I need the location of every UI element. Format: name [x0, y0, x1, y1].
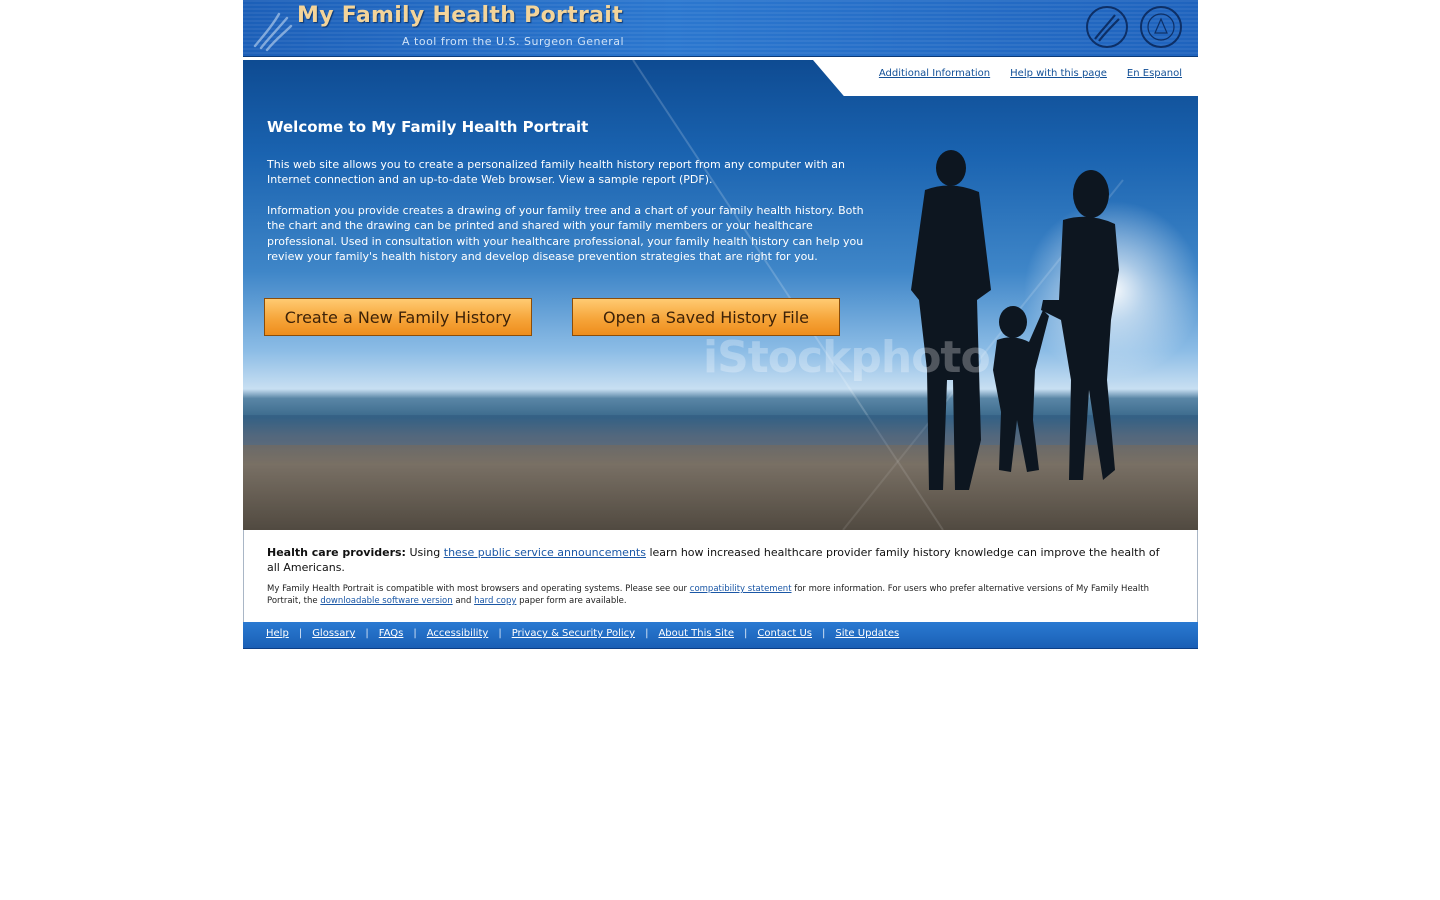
help-with-page-link[interactable]: Help with this page	[1010, 68, 1107, 79]
public-service-announcements-link[interactable]: these public service announcements	[444, 546, 646, 559]
site-title: My Family Health Portrait	[297, 3, 623, 28]
footer-separator: |	[744, 628, 748, 639]
footer-separator: |	[822, 628, 826, 639]
compatibility-statement-link[interactable]: compatibility statement	[690, 584, 792, 594]
page-container: My Family Health Portrait A tool from th…	[243, 0, 1198, 649]
footer-separator: |	[365, 628, 369, 639]
footer-separator: |	[298, 628, 303, 639]
footer-privacy-link[interactable]: Privacy & Security Policy	[512, 628, 635, 639]
site-banner: My Family Health Portrait A tool from th…	[243, 0, 1198, 58]
welcome-heading: Welcome to My Family Health Portrait	[267, 118, 589, 136]
footer-contact-link[interactable]: Contact Us	[757, 628, 812, 639]
hero-section: iStockphoto Additional Information Help …	[243, 60, 1198, 530]
hhs-seal-icon	[1086, 6, 1128, 48]
en-espanol-link[interactable]: En Espanol	[1127, 68, 1182, 79]
footer-separator: |	[645, 628, 649, 639]
providers-label: Health care providers:	[267, 546, 406, 559]
footer-faqs-link[interactable]: FAQs	[379, 628, 404, 639]
info-paragraph: Information you provide creates a drawin…	[267, 204, 864, 264]
compat-and-text: and	[455, 596, 472, 606]
surgeon-general-seal-icon	[1140, 6, 1182, 48]
info-section: Health care providers: Using these publi…	[243, 530, 1198, 622]
compat-pre-text: My Family Health Portrait is compatible …	[267, 584, 688, 594]
providers-pre-text: Using	[409, 546, 441, 559]
top-links: Additional Information Help with this pa…	[879, 68, 1182, 79]
footer-site-updates-link[interactable]: Site Updates	[835, 628, 899, 639]
footer-glossary-link[interactable]: Glossary	[312, 628, 355, 639]
compatibility-text: My Family Health Portrait is compatible …	[267, 583, 1167, 607]
footer-accessibility-link[interactable]: Accessibility	[427, 628, 489, 639]
footer-help-link[interactable]: Help	[266, 628, 289, 639]
hard-copy-link[interactable]: hard copy	[474, 596, 516, 606]
create-new-family-history-button[interactable]: Create a New Family History	[264, 298, 532, 336]
hhs-logo-icon	[253, 12, 293, 52]
top-links-tab: Additional Information Help with this pa…	[813, 60, 1198, 96]
footer-about-link[interactable]: About This Site	[658, 628, 734, 639]
footer-separator: |	[413, 628, 417, 639]
providers-text: Health care providers: Using these publi…	[267, 545, 1172, 576]
additional-information-link[interactable]: Additional Information	[879, 68, 990, 79]
site-subtitle: A tool from the U.S. Surgeon General	[402, 35, 625, 48]
footer-links: Help | Glossary | FAQs | Accessibility | Privacy…	[266, 628, 899, 639]
site-footer: Help | Glossary | FAQs | Accessibility | Privacy…	[243, 622, 1198, 649]
downloadable-software-link[interactable]: downloadable software version	[320, 596, 452, 606]
footer-separator: |	[498, 628, 502, 639]
photo-watermark: iStockphoto	[703, 332, 991, 383]
compat-post-text: paper form are available.	[519, 596, 627, 606]
open-saved-history-file-button[interactable]: Open a Saved History File	[572, 298, 840, 336]
intro-paragraph: This web site allows you to create a per…	[267, 158, 845, 187]
